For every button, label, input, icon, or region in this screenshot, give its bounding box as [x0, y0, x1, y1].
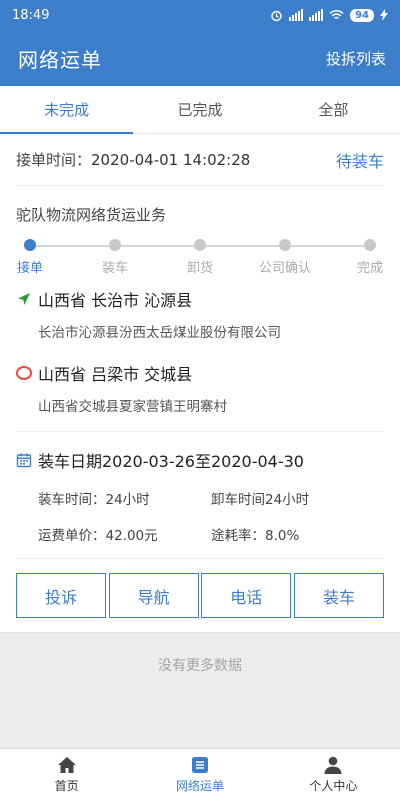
- complain-button[interactable]: 投诉: [16, 573, 106, 618]
- unload-time: 卸车时间24小时: [211, 492, 310, 508]
- step-dot: [279, 239, 291, 251]
- complaint-list-link[interactable]: 投拆列表: [326, 48, 386, 69]
- destination-region: 山西省 吕梁市 交城县: [38, 365, 193, 384]
- no-more-data: 没有更多数据: [158, 658, 242, 674]
- step-accept: 接单: [0, 239, 60, 276]
- wifi-icon: [329, 9, 344, 19]
- step-unload: 卸货: [170, 239, 230, 276]
- status-icons: 94: [270, 8, 388, 22]
- order-time-row: 接单时间：2020-04-01 14:02:28 待装车: [16, 134, 384, 186]
- origin-address: 山西省 长治市 沁源县 长治市沁源县汾西太岳煤业股份有限公司: [16, 281, 384, 341]
- step-dot: [109, 239, 121, 251]
- order-tabs: 未完成 已完成 全部: [0, 86, 400, 134]
- destination-address: 山西省 吕梁市 交城县 山西省交城县夏家营镇王明寨村: [16, 355, 384, 415]
- step-finish: 完成: [340, 239, 400, 276]
- app-bar: 网络运单 投拆列表: [0, 30, 400, 86]
- tab-incomplete[interactable]: 未完成: [0, 86, 134, 134]
- order-time-value: 2020-04-01 14:02:28: [91, 151, 251, 169]
- unit-price: 运费单价：42.00元: [38, 528, 158, 544]
- step-label: 装车: [101, 261, 128, 276]
- action-buttons: 投诉 导航 电话 装车: [0, 559, 400, 633]
- route-block: 山西省 长治市 沁源县 长治市沁源县汾西太岳煤业股份有限公司 山西省 吕梁市 交…: [16, 281, 384, 432]
- destination-detail: 山西省交城县夏家营镇王明寨村: [38, 399, 227, 415]
- home-icon: [57, 756, 76, 773]
- alarm-icon: [271, 10, 282, 21]
- step-label: 公司确认: [258, 261, 311, 276]
- user-icon: [324, 756, 342, 774]
- nav-waybill[interactable]: 网络运单: [133, 749, 266, 800]
- step-dot: [364, 239, 376, 251]
- order-time: 接单时间：2020-04-01 14:02:28: [16, 149, 250, 170]
- step-dot: [24, 239, 36, 251]
- calendar-icon: [16, 453, 32, 468]
- battery-icon: 94: [350, 8, 374, 22]
- navigate-button[interactable]: 导航: [108, 573, 199, 618]
- order-details-grid: 装车时间：24小时 卸车时间24小时 运费单价：42.00元 途耗率：8.0%: [38, 488, 384, 544]
- step-label: 卸货: [186, 261, 213, 276]
- nav-label: 首页: [54, 778, 79, 793]
- signal-icon: [289, 9, 304, 21]
- business-name: 驼队物流网络货运业务: [16, 206, 167, 224]
- charging-icon: [380, 9, 388, 21]
- load-time: 装车时间：24小时: [38, 492, 150, 508]
- location-arrow-icon: [18, 293, 30, 305]
- page-title: 网络运单: [18, 47, 102, 72]
- order-card[interactable]: 接单时间：2020-04-01 14:02:28 待装车 驼队物流网络货运业务 …: [0, 134, 400, 559]
- bottom-nav: 首页 网络运单 个人中心: [0, 748, 400, 800]
- step-load: 装车: [85, 239, 145, 276]
- order-status: 待装车: [335, 151, 384, 171]
- step-label: 接单: [16, 261, 43, 276]
- nav-label: 个人中心: [309, 778, 358, 793]
- waybill-icon: [191, 756, 208, 773]
- step-company-confirm: 公司确认: [255, 239, 315, 276]
- nav-profile[interactable]: 个人中心: [267, 749, 400, 800]
- status-bar: 18:49 94: [0, 0, 400, 30]
- nav-label: 网络运单: [175, 778, 224, 793]
- schedule-block: 装车日期2020-03-26至2020-04-30 装车时间：24小时 卸车时间…: [16, 432, 384, 559]
- top-bar: 18:49 94 网络运单 投拆列表: [0, 0, 400, 86]
- loading-date: 装车日期2020-03-26至2020-04-30: [38, 452, 304, 471]
- nav-home[interactable]: 首页: [0, 749, 133, 800]
- loss-rate: 途耗率：8.0%: [211, 528, 300, 544]
- status-time: 18:49: [12, 7, 50, 23]
- destination-circle-icon: [16, 366, 32, 380]
- origin-detail: 长治市沁源县汾西太岳煤业股份有限公司: [38, 325, 281, 341]
- step-dot: [194, 239, 206, 251]
- progress-tracker: 接单 装车 卸货 公司确认 完成: [16, 233, 384, 281]
- load-button[interactable]: 装车: [293, 573, 384, 618]
- origin-region: 山西省 长治市 沁源县: [38, 291, 193, 310]
- signal-icon-2: [309, 9, 324, 21]
- tab-all[interactable]: 全部: [267, 86, 400, 133]
- step-label: 完成: [356, 261, 383, 276]
- order-time-label: 接单时间：: [16, 151, 92, 169]
- tab-completed[interactable]: 已完成: [133, 86, 266, 133]
- phone-button[interactable]: 电话: [201, 573, 292, 618]
